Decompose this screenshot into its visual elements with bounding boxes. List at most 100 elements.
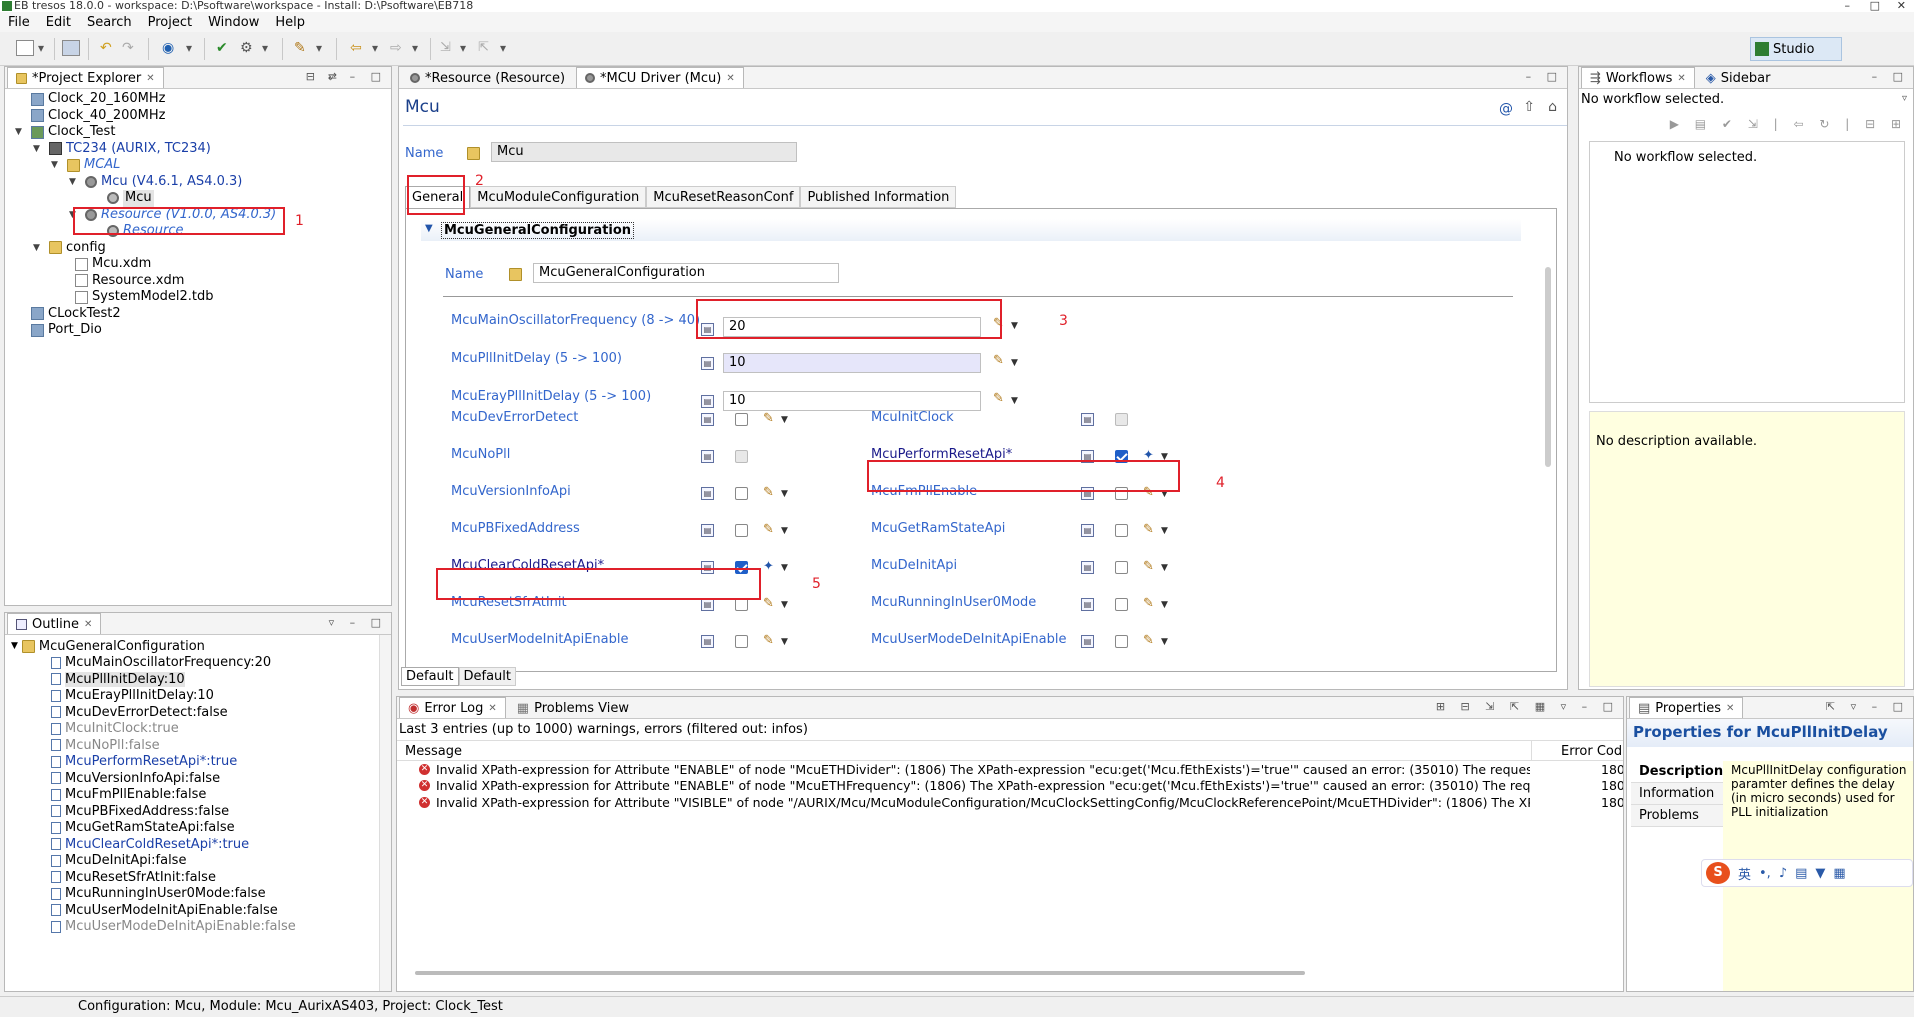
outline-item[interactable]: McuPBFixedAddress:false — [5, 803, 391, 820]
undo-icon[interactable]: ↶ — [100, 40, 118, 56]
edit-pencil-icon[interactable]: ✎ — [763, 522, 774, 537]
tree-item-tc234[interactable]: ▼ TC234 (AURIX, TC234) — [5, 141, 391, 158]
maximize-icon[interactable]: □ — [1870, 0, 1880, 12]
outline-item[interactable]: McuFmPllEnable:false — [5, 787, 391, 804]
tree-item-port-dio[interactable]: Port_Dio — [5, 322, 391, 339]
expand-arrow-icon[interactable]: ▼ — [51, 157, 61, 174]
subtab-published-information[interactable]: Published Information — [800, 186, 957, 208]
outline-item[interactable]: McuUserModeDeInitApiEnable:false — [5, 919, 391, 936]
edit-pencil-icon[interactable]: ✎ — [1143, 559, 1154, 574]
view-menu-controls[interactable]: ▿ – □ — [329, 70, 387, 83]
param-status-icon[interactable]: ▤ — [701, 413, 714, 426]
edit-pencil-icon[interactable]: ✎ — [763, 596, 774, 611]
subtab-mcu-module-configuration[interactable]: McuModuleConfiguration — [470, 186, 647, 208]
view-menu-controls[interactable]: ⇱ ▿ – □ — [1826, 700, 1909, 713]
editor-controls[interactable]: – □ — [1526, 70, 1563, 83]
save-icon[interactable] — [62, 40, 80, 56]
menu-file[interactable]: File — [0, 15, 38, 30]
pll-init-delay-input[interactable]: 10 — [723, 353, 981, 373]
prop-tab-problems[interactable]: Problems — [1631, 805, 1723, 827]
collapse-all-icon[interactable]: ⊟ — [306, 70, 321, 83]
edit-pencil-icon[interactable]: ✎ — [993, 391, 1004, 406]
perspective-studio-button[interactable]: Studio — [1750, 37, 1842, 61]
bottom-tab-default-2[interactable]: Default — [458, 667, 516, 686]
tree-item-resource-xdm[interactable]: Resource.xdm — [5, 273, 391, 290]
chevron-down-icon[interactable]: ▼ — [1011, 321, 1018, 331]
tab-outline[interactable]: Outline ✕ — [7, 613, 102, 634]
edit-pencil-icon[interactable]: ✎ — [1143, 596, 1154, 611]
param-status-icon[interactable]: ▤ — [1081, 635, 1094, 648]
param-status-icon[interactable]: ▤ — [1081, 598, 1094, 611]
bool-checkbox[interactable] — [735, 524, 748, 537]
close-window-icon[interactable]: ✕ — [1897, 0, 1906, 12]
chevron-down-icon[interactable]: ▼ — [781, 489, 788, 499]
param-status-icon[interactable]: ▤ — [701, 450, 714, 463]
prop-tab-information[interactable]: Information — [1631, 783, 1723, 805]
tab-project-explorer[interactable]: *Project Explorer ✕ — [7, 67, 164, 88]
tree-item-clocktest2[interactable]: CLockTest2 — [5, 306, 391, 323]
chevron-down-icon[interactable]: ▾ — [372, 41, 390, 57]
back-icon[interactable]: ⇦ — [350, 40, 368, 56]
close-tab-icon[interactable]: ✕ — [488, 703, 496, 714]
tab-resource-editor[interactable]: *Resource (Resource) — [401, 67, 574, 88]
chevron-down-icon[interactable]: ▾ — [460, 41, 478, 57]
at-icon[interactable]: @ — [1499, 101, 1513, 117]
column-error-code[interactable]: Error Cod — [1561, 744, 1622, 759]
chevron-down-icon[interactable]: ▼ — [781, 563, 788, 573]
ime-mic-icon[interactable]: ♪ — [1779, 866, 1787, 881]
param-status-icon[interactable]: ▤ — [1081, 561, 1094, 574]
generate-icon[interactable]: ⚙ — [240, 40, 258, 56]
column-message[interactable]: Message — [405, 744, 462, 759]
tree-item-clocktest[interactable]: ▼ Clock_Test — [5, 124, 391, 141]
chevron-down-icon[interactable]: ▼ — [1161, 526, 1168, 536]
tab-problems-view[interactable]: ▦ Problems View — [508, 697, 638, 718]
tree-item-mcal[interactable]: ▼ MCAL — [5, 157, 391, 174]
horizontal-scrollbar[interactable] — [415, 971, 1305, 975]
chevron-down-icon[interactable]: ▾ — [262, 41, 280, 57]
ime-lang-icon[interactable]: 英 — [1738, 864, 1751, 883]
view-menu-controls[interactable]: – □ — [1872, 70, 1909, 83]
bool-checkbox[interactable] — [735, 635, 748, 648]
section-name-field[interactable]: McuGeneralConfiguration — [533, 263, 839, 283]
edit-pencil-icon[interactable]: ✎ — [1143, 522, 1154, 537]
close-tab-icon[interactable]: ✕ — [84, 619, 92, 630]
menu-project[interactable]: Project — [140, 15, 200, 30]
tree-item-mcu-module[interactable]: ▼ Mcu (V4.6.1, AS4.0.3) — [5, 174, 391, 191]
reset-wand-icon[interactable]: ✦ — [763, 559, 774, 574]
chevron-down-icon[interactable]: ▼ — [781, 637, 788, 647]
param-status-icon[interactable]: ▤ — [701, 395, 714, 408]
bool-checkbox[interactable] — [1115, 635, 1128, 648]
edit-pencil-icon[interactable]: ✎ — [763, 485, 774, 500]
chevron-down-icon[interactable]: ▾ — [412, 41, 430, 57]
ime-skin-icon[interactable]: ▼ — [1815, 866, 1825, 881]
expand-arrow-icon[interactable]: ▼ — [69, 174, 79, 191]
bool-checkbox[interactable] — [1115, 413, 1128, 426]
subtab-mcu-reset-reason-conf[interactable]: McuResetReasonConf — [646, 186, 801, 208]
tree-item-clock40[interactable]: Clock_40_200MHz — [5, 108, 391, 125]
menu-help[interactable]: Help — [267, 15, 313, 30]
workflow-toolbar[interactable]: ▶ ▤ ✔ ⇲ | ⇦ ↻ | ⊟ ⊞ — [1670, 117, 1907, 131]
ime-punct-icon[interactable]: •, — [1759, 866, 1771, 881]
section-header[interactable]: ▼ McuGeneralConfiguration — [421, 219, 1521, 241]
tree-item-clock20[interactable]: Clock_20_160MHz — [5, 91, 391, 108]
bool-checkbox[interactable] — [1115, 598, 1128, 611]
close-tab-icon[interactable]: ✕ — [146, 73, 154, 84]
param-status-icon[interactable]: ▤ — [701, 635, 714, 648]
bool-checkbox[interactable] — [1115, 524, 1128, 537]
expand-arrow-icon[interactable]: ▼ — [33, 141, 43, 158]
close-tab-icon[interactable]: ✕ — [726, 73, 734, 84]
tree-item-mcu-config[interactable]: Mcu — [5, 190, 391, 207]
bool-checkbox[interactable] — [735, 450, 748, 463]
ime-menu-icon[interactable]: ▦ — [1833, 866, 1845, 881]
prop-tab-description[interactable]: Description — [1631, 761, 1723, 783]
ime-toolbar[interactable]: S 英 •, ♪ ▤ ▼ ▦ — [1701, 859, 1913, 887]
outline-item[interactable]: McuClearColdResetApi*:true — [5, 836, 391, 853]
outline-item[interactable]: McuPerformResetApi*:true — [5, 754, 391, 771]
redo-icon[interactable]: ↷ — [122, 40, 140, 56]
menu-window[interactable]: Window — [200, 15, 267, 30]
chevron-down-icon[interactable]: ▼ — [1011, 396, 1018, 406]
bool-checkbox[interactable] — [735, 413, 748, 426]
edit-pencil-icon[interactable]: ✎ — [763, 411, 774, 426]
tool-icon[interactable]: ✎ — [294, 40, 312, 56]
expand-arrow-icon[interactable]: ▼ — [11, 641, 18, 651]
